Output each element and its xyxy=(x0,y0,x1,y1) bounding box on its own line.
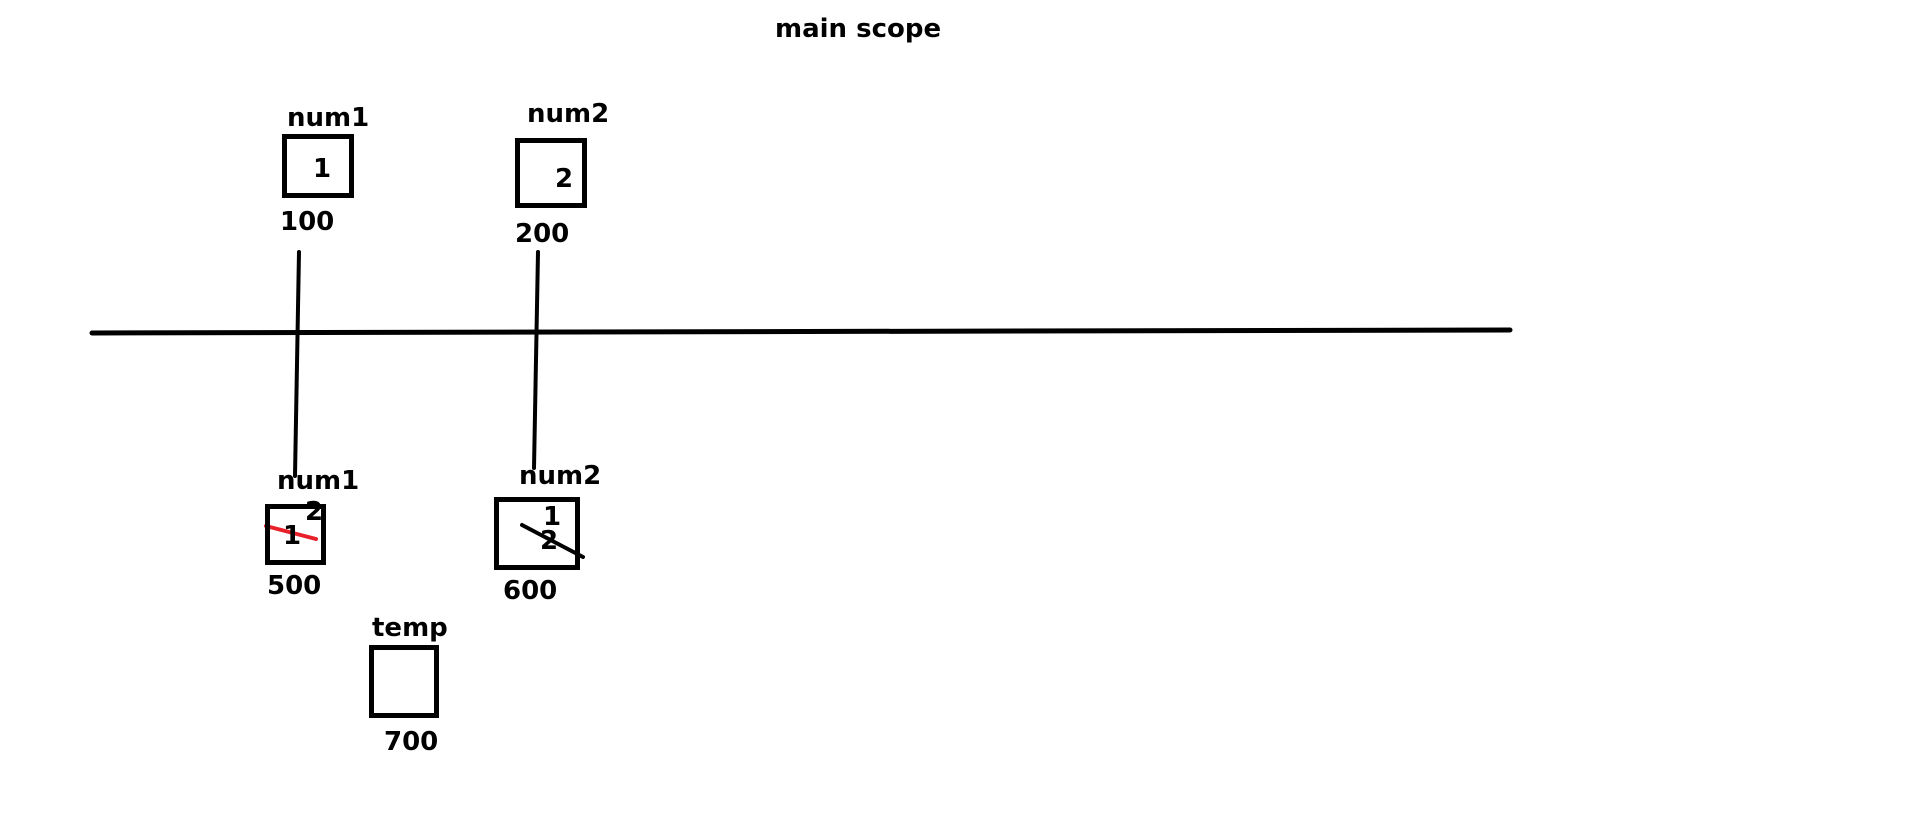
var-label-num1-main: num1 xyxy=(287,103,370,133)
num1-connector-line xyxy=(293,250,301,478)
var-address-num1-func: 500 xyxy=(267,571,322,601)
memory-box-num2-main xyxy=(515,138,587,208)
var-address-num1-main: 100 xyxy=(280,207,335,237)
memory-box-num2-func xyxy=(494,497,580,570)
var-address-num2-main: 200 xyxy=(515,219,570,249)
var-value-num2-main: 2 xyxy=(555,164,574,194)
var-value-num1-main: 1 xyxy=(313,154,332,184)
var-label-num1-func: num1 xyxy=(277,466,360,496)
num2-connector-line xyxy=(532,250,540,470)
var-old-value-num1-func: 1 xyxy=(283,521,302,551)
var-address-temp-func: 700 xyxy=(384,727,439,757)
scope-divider-line xyxy=(89,327,1513,336)
var-label-temp-func: temp xyxy=(372,613,448,643)
var-old-value-num2-func: 2 xyxy=(540,526,559,556)
var-label-num2-main: num2 xyxy=(527,99,610,129)
var-label-num2-func: num2 xyxy=(519,461,602,491)
diagram-canvas: main scope num1 1 100 num2 2 200 num1 2 … xyxy=(0,0,1906,820)
page-title: main scope xyxy=(775,14,942,44)
memory-box-temp-func xyxy=(369,645,439,718)
var-new-value-num1-func: 2 xyxy=(305,497,324,527)
var-address-num2-func: 600 xyxy=(503,576,558,606)
connector-lines xyxy=(89,250,1513,559)
